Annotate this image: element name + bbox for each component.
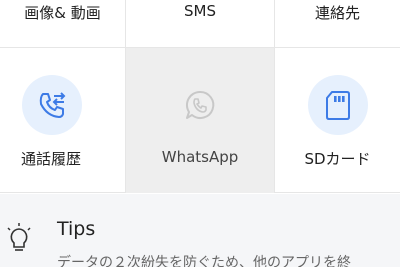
tile-sd-card[interactable]: SDカード (275, 48, 400, 193)
category-tile-row: 通話履歴 WhatsApp SDカード (0, 48, 400, 193)
category-images-videos[interactable]: 画像& 動画 (0, 0, 126, 48)
whatsapp-icon (170, 75, 230, 135)
tile-call-log[interactable]: 通話履歴 (0, 48, 126, 193)
tips-title: Tips (57, 218, 96, 240)
category-contacts-label: 連絡先 (314, 4, 360, 22)
category-images-videos-label: 画像& 動画 (24, 4, 101, 22)
tile-whatsapp-label: WhatsApp (161, 148, 239, 166)
tile-sd-card-label: SDカード (304, 150, 371, 168)
tile-whatsapp[interactable]: WhatsApp (126, 48, 275, 193)
call-log-icon (22, 75, 82, 135)
tips-text: データの２次紛失を防ぐため、他のアプリを終 (57, 255, 351, 267)
category-sms-label: SMS (184, 2, 216, 20)
category-sms[interactable]: SMS (126, 0, 275, 48)
top-category-row: 画像& 動画 SMS 連絡先 (0, 0, 400, 48)
lightbulb-icon (4, 222, 34, 254)
sd-card-icon (308, 75, 368, 135)
category-contacts[interactable]: 連絡先 (275, 0, 400, 48)
tips-panel: Tips データの２次紛失を防ぐため、他のアプリを終 (0, 194, 400, 267)
data-type-grid: 画像& 動画 SMS 連絡先 通話履歴 WhatsApp SDカード (0, 0, 400, 193)
